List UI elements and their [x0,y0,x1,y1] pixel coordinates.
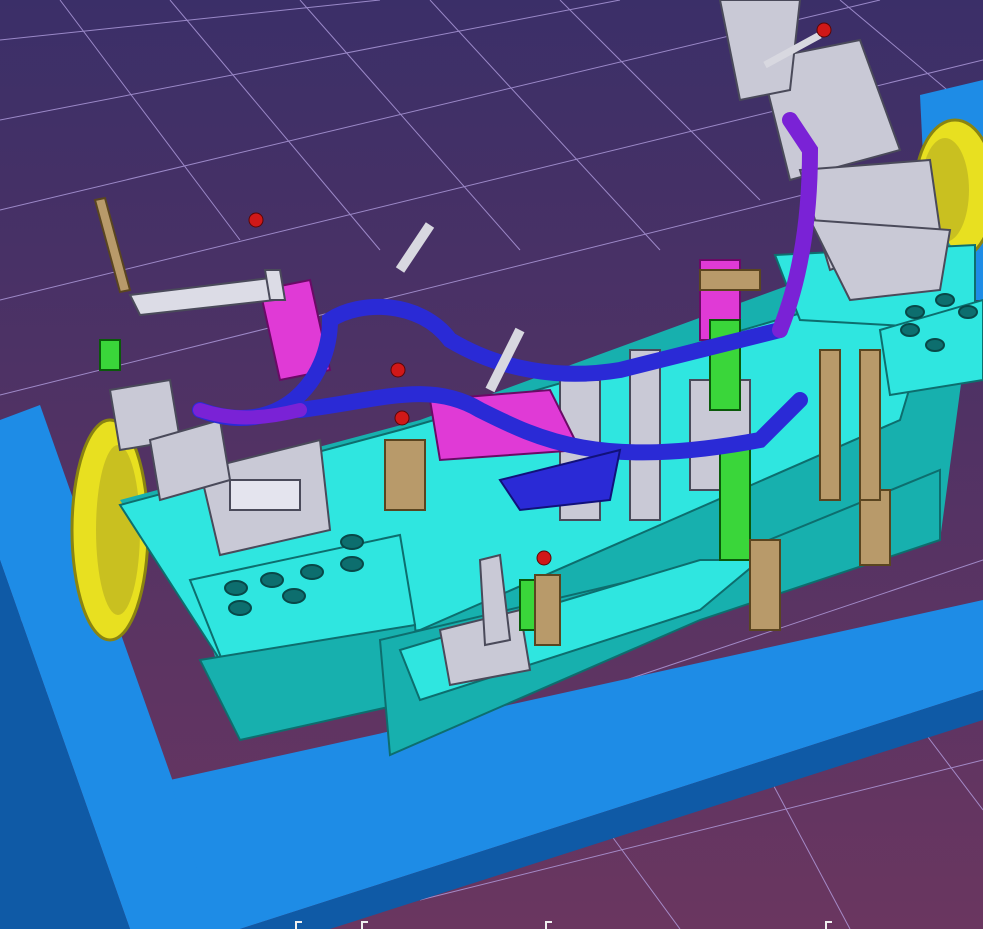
cad-3d-viewport[interactable] [0,0,983,929]
cad-scene[interactable] [0,0,983,929]
